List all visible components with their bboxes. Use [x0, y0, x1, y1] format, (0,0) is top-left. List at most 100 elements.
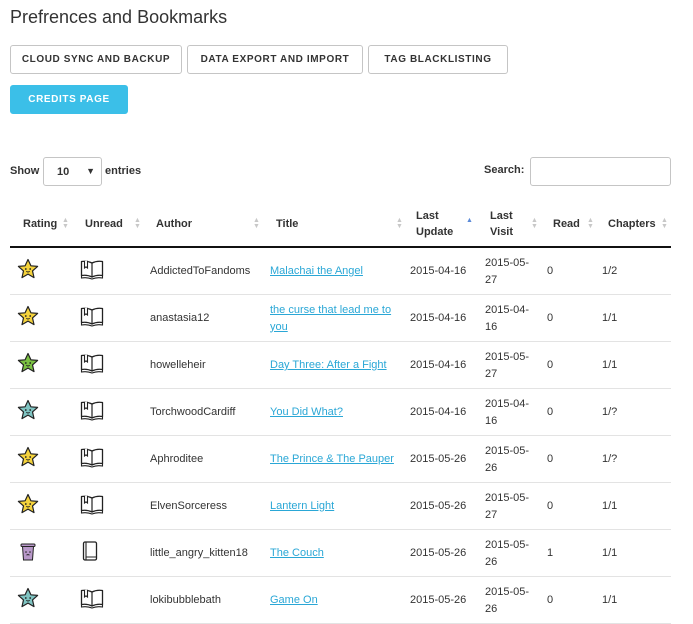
- author-name: anastasia12: [150, 312, 210, 324]
- sort-icon: ▲ ▼: [396, 217, 403, 230]
- table-row: AddictedToFandoms Malachai the Angel 2015-…: [10, 248, 671, 295]
- rating-cell[interactable]: [17, 248, 39, 295]
- story-title-link[interactable]: The Couch: [270, 545, 324, 562]
- title-cell: The Couch: [270, 530, 410, 577]
- chapters-cell: 1/1: [602, 500, 618, 512]
- star-yellow-icon[interactable]: [17, 305, 39, 333]
- table-row: little_angry_kitten18 The Couch 2015-05-26…: [10, 530, 671, 577]
- last-visit-cell: 2015-04-16: [485, 303, 530, 333]
- star-green-icon[interactable]: [17, 352, 39, 380]
- unread-cell[interactable]: [79, 342, 105, 389]
- table-row: ElvenSorceress Lantern Light 2015-05-26 201…: [10, 483, 671, 530]
- cloud-sync-button[interactable]: CLOUD SYNC AND BACKUP: [10, 45, 182, 74]
- story-title-link[interactable]: Day Three: After a Fight: [270, 357, 387, 374]
- rating-cell[interactable]: [17, 577, 39, 624]
- title-cell: You Did What?: [270, 389, 410, 436]
- chapters-cell: 1/1: [602, 547, 618, 559]
- last-update-cell: 2015-04-16: [410, 312, 467, 324]
- table-row: howelleheir Day Three: After a Fight 2015-…: [10, 342, 671, 389]
- last-update-cell: 2015-04-16: [410, 265, 467, 277]
- author-name: TorchwoodCardiff: [150, 406, 236, 418]
- column-header-last-update[interactable]: Last Update: [416, 200, 466, 248]
- title-cell: the curse that lead me to you: [270, 295, 398, 342]
- trash-can-icon[interactable]: [17, 540, 39, 568]
- chapters-cell: 1/?: [602, 406, 618, 418]
- entries-label: entries: [105, 165, 142, 177]
- read-cell: 0: [547, 406, 554, 418]
- rating-cell[interactable]: [17, 530, 39, 577]
- chapters-cell: 1/1: [602, 312, 618, 324]
- story-title-link[interactable]: Lantern Light: [270, 498, 334, 515]
- story-title-link[interactable]: The Prince & The Pauper: [270, 451, 394, 468]
- chevron-down-icon: ▼: [86, 166, 95, 176]
- author-cell: TorchwoodCardiff: [150, 389, 235, 436]
- open-book-icon[interactable]: [79, 399, 105, 427]
- search-label: Search:: [484, 164, 525, 176]
- star-teal-icon[interactable]: [17, 399, 39, 427]
- open-book-icon[interactable]: [79, 446, 105, 474]
- column-header-title[interactable]: Title: [276, 200, 298, 248]
- sort-icon: ▲ ▼: [661, 217, 668, 230]
- author-name: howelleheir: [150, 359, 206, 371]
- unread-cell[interactable]: [79, 577, 105, 624]
- last-update-cell: 2015-05-26: [410, 453, 467, 465]
- column-header-last-visit[interactable]: Last Visit: [490, 200, 530, 248]
- read-cell: 0: [547, 359, 554, 371]
- tag-blacklisting-button[interactable]: TAG BLACKLISTING: [368, 45, 508, 74]
- table-body: AddictedToFandoms Malachai the Angel 2015-…: [10, 248, 671, 624]
- table-row: Aphroditee The Prince & The Pauper 2015-05…: [10, 436, 671, 483]
- last-visit-cell: 2015-05-27: [485, 350, 530, 380]
- unread-cell[interactable]: [79, 389, 105, 436]
- search-input[interactable]: [530, 157, 671, 186]
- column-header-unread[interactable]: Unread: [85, 200, 123, 248]
- author-name: ElvenSorceress: [150, 500, 228, 512]
- story-title-link[interactable]: the curse that lead me to you: [270, 302, 398, 336]
- last-update-cell: 2015-05-26: [410, 594, 467, 606]
- unread-cell[interactable]: [79, 436, 105, 483]
- read-cell: 0: [547, 265, 554, 277]
- unread-cell[interactable]: [79, 248, 105, 295]
- open-book-icon[interactable]: [79, 352, 105, 380]
- unread-cell[interactable]: [79, 483, 105, 530]
- unread-cell[interactable]: [79, 295, 105, 342]
- length-value: 10: [57, 165, 70, 178]
- title-cell: Malachai the Angel: [270, 248, 410, 295]
- table-row: TorchwoodCardiff You Did What? 2015-04-16 2…: [10, 389, 671, 436]
- rating-cell[interactable]: [17, 342, 39, 389]
- rating-cell[interactable]: [17, 436, 39, 483]
- data-export-button[interactable]: DATA EXPORT AND IMPORT: [187, 45, 363, 74]
- table-row: lokibubblebath Game On 2015-05-26 2015-05-2…: [10, 577, 671, 624]
- chapters-cell: 1/1: [602, 359, 618, 371]
- story-title-link[interactable]: Game On: [270, 592, 318, 609]
- credits-page-button[interactable]: CREDITS PAGE: [10, 85, 128, 114]
- star-yellow-icon[interactable]: [17, 493, 39, 521]
- rating-cell[interactable]: [17, 483, 39, 530]
- column-header-rating[interactable]: Rating: [23, 200, 57, 248]
- open-book-icon[interactable]: [79, 305, 105, 333]
- author-cell: AddictedToFandoms: [150, 248, 250, 295]
- star-yellow-icon[interactable]: [17, 258, 39, 286]
- open-book-icon[interactable]: [79, 258, 105, 286]
- rating-cell[interactable]: [17, 295, 39, 342]
- table-row: anastasia12 the curse that lead me to you…: [10, 295, 671, 342]
- open-book-icon[interactable]: [79, 493, 105, 521]
- author-cell: anastasia12: [150, 295, 209, 342]
- column-header-chapters[interactable]: Chapters: [608, 200, 656, 248]
- column-header-author[interactable]: Author: [156, 200, 192, 248]
- last-update-cell: 2015-05-26: [410, 500, 467, 512]
- unread-cell[interactable]: [79, 530, 101, 577]
- sort-ascending-icon: ▲ ▼: [466, 217, 473, 230]
- story-title-link[interactable]: You Did What?: [270, 404, 343, 421]
- star-yellow-icon[interactable]: [17, 446, 39, 474]
- column-header-read[interactable]: Read: [553, 200, 580, 248]
- story-title-link[interactable]: Malachai the Angel: [270, 263, 363, 280]
- closed-book-icon[interactable]: [79, 540, 101, 568]
- title-cell: The Prince & The Pauper: [270, 436, 410, 483]
- star-teal-icon[interactable]: [17, 587, 39, 615]
- rating-cell[interactable]: [17, 389, 39, 436]
- page-title: Prefrences and Bookmarks: [10, 7, 228, 27]
- entries-length-select[interactable]: 10 ▼: [43, 157, 102, 186]
- open-book-icon[interactable]: [79, 587, 105, 615]
- read-cell: 1: [547, 547, 554, 559]
- last-update-cell: 2015-04-16: [410, 406, 467, 418]
